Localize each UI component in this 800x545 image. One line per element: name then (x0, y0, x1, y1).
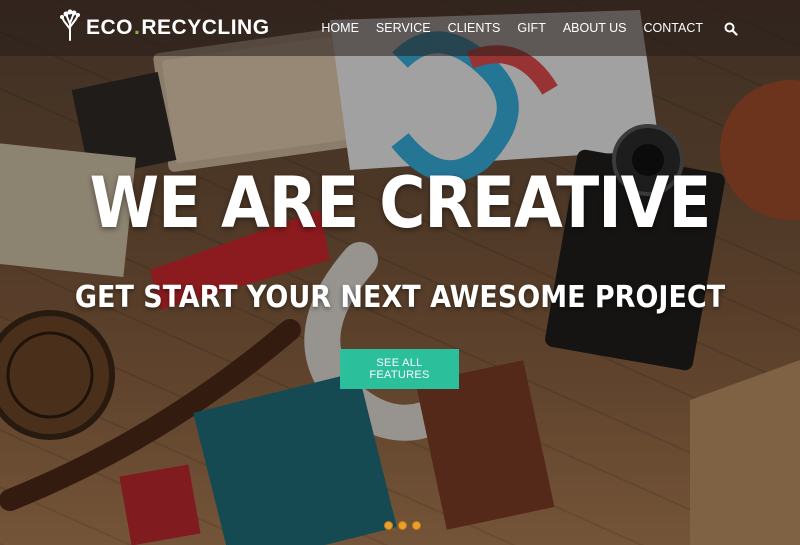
brand-dot: . (134, 16, 141, 39)
nav-gift[interactable]: GIFT (517, 21, 545, 35)
nav-contact[interactable]: CONTACT (644, 21, 704, 35)
hero-section (0, 0, 800, 545)
slider-dot[interactable] (384, 521, 393, 530)
hero-overlay (0, 0, 800, 545)
see-all-features-button[interactable]: SEE ALL FEATURES (340, 349, 459, 389)
nav-service[interactable]: SERVICE (376, 21, 431, 35)
brand-logo[interactable]: ECO . RECYCLING (60, 9, 270, 47)
slider-dot[interactable] (412, 521, 421, 530)
slider-dot[interactable] (398, 521, 407, 530)
brand-name-part2: RECYCLING (141, 16, 270, 39)
brand-name-part1: ECO (86, 16, 134, 39)
nav-about-us[interactable]: ABOUT US (563, 21, 627, 35)
nav-clients[interactable]: CLIENTS (448, 21, 501, 35)
top-navbar: ECO . RECYCLING HOME SERVICE CLIENTS GIF… (0, 0, 800, 56)
search-icon[interactable] (724, 21, 738, 36)
main-nav: HOME SERVICE CLIENTS GIFT ABOUT US CONTA… (321, 0, 738, 56)
hero-subline: GET START YOUR NEXT AWESOME PROJECT (74, 280, 726, 315)
hero-headline: WE ARE CREATIVE (89, 162, 712, 244)
tree-icon (60, 9, 80, 47)
slider-indicators (384, 521, 421, 530)
nav-home[interactable]: HOME (321, 21, 359, 35)
